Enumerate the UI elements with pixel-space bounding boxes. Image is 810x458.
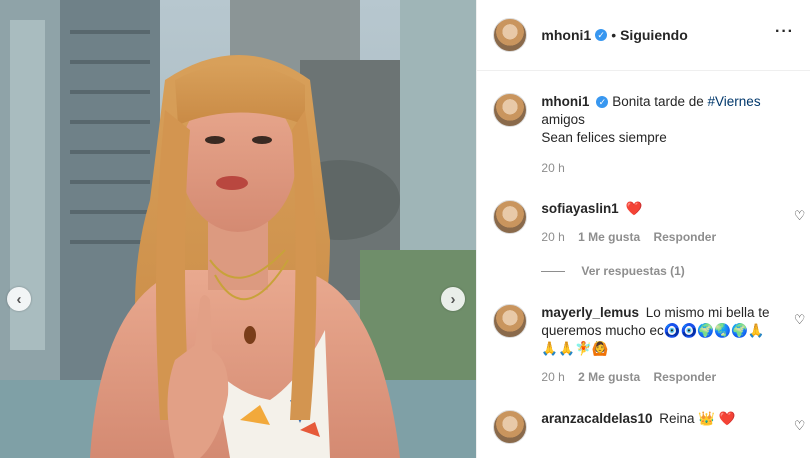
caption-line-3: Sean felices siempre (541, 130, 667, 145)
verified-badge-icon: ✓ (595, 29, 608, 41)
commenter-avatar[interactable] (493, 410, 528, 444)
commenter-avatar[interactable] (493, 304, 528, 338)
comment-body: mayerly_lemus Lo mismo mi bella te quere… (541, 304, 771, 386)
caption-text: Bonita tarde de (612, 94, 704, 109)
next-slide-button[interactable]: › (441, 287, 465, 311)
comment-time[interactable]: 20 h (541, 230, 564, 244)
like-heart-icon[interactable]: ♡ (794, 418, 806, 434)
replies-divider (541, 270, 566, 272)
post-photo (0, 0, 477, 458)
comment-likes[interactable]: 2 Me gusta (578, 370, 640, 384)
comment-likes[interactable]: 1 Me gusta (578, 230, 640, 244)
comment-username[interactable]: mayerly_lemus (541, 305, 639, 320)
following-button[interactable]: Siguiendo (620, 27, 688, 43)
reply-button[interactable]: Responder (653, 230, 716, 244)
post-side-panel: mhoni1 ✓ • Siguiendo ··· mhoni1 ✓ Bonita … (476, 0, 810, 458)
previous-slide-button[interactable]: ‹ (7, 287, 31, 311)
commenter-avatar[interactable] (493, 200, 528, 234)
comment-text: Reina 👑 ❤️ (659, 411, 736, 426)
comment-body: aranzacaldelas10 Reina 👑 ❤️ (541, 410, 771, 428)
comment-body: sofiayaslin1 ❤️ 20 h 1 Me gusta Responde… (541, 200, 771, 246)
post-header: mhoni1 ✓ • Siguiendo ··· (477, 0, 810, 71)
header-separator: • (611, 27, 617, 43)
comment-text: ❤️ (625, 201, 643, 216)
caption-time[interactable]: 20 h (541, 161, 564, 175)
comment-time[interactable]: 20 h (541, 370, 564, 384)
caption-avatar[interactable] (493, 93, 528, 127)
reply-button[interactable]: Responder (653, 370, 716, 384)
view-replies-button[interactable]: Ver respuestas (1) (541, 264, 685, 278)
comment-username[interactable]: sofiayaslin1 (541, 201, 618, 216)
caption-body: mhoni1 ✓ Bonita tarde de #Viernes amigos … (541, 93, 771, 177)
caption-hashtag[interactable]: #Viernes (708, 94, 761, 109)
view-replies-label: Ver respuestas (1) (581, 264, 685, 278)
caption-line-2: amigos (541, 112, 585, 127)
like-heart-icon[interactable]: ♡ (794, 312, 806, 328)
author-avatar[interactable] (493, 18, 528, 52)
author-username[interactable]: mhoni1 (541, 27, 591, 43)
post-media[interactable]: ‹ › (0, 0, 477, 458)
more-horizontal-icon[interactable]: ··· (775, 23, 794, 41)
caption-username[interactable]: mhoni1 (541, 94, 589, 109)
comment-username[interactable]: aranzacaldelas10 (541, 411, 652, 426)
verified-badge-icon: ✓ (596, 96, 609, 108)
instagram-post: ‹ › mhoni1 ✓ • Siguiendo ··· mhoni1 ✓ Bon… (0, 0, 810, 458)
like-heart-icon[interactable]: ♡ (794, 208, 806, 224)
